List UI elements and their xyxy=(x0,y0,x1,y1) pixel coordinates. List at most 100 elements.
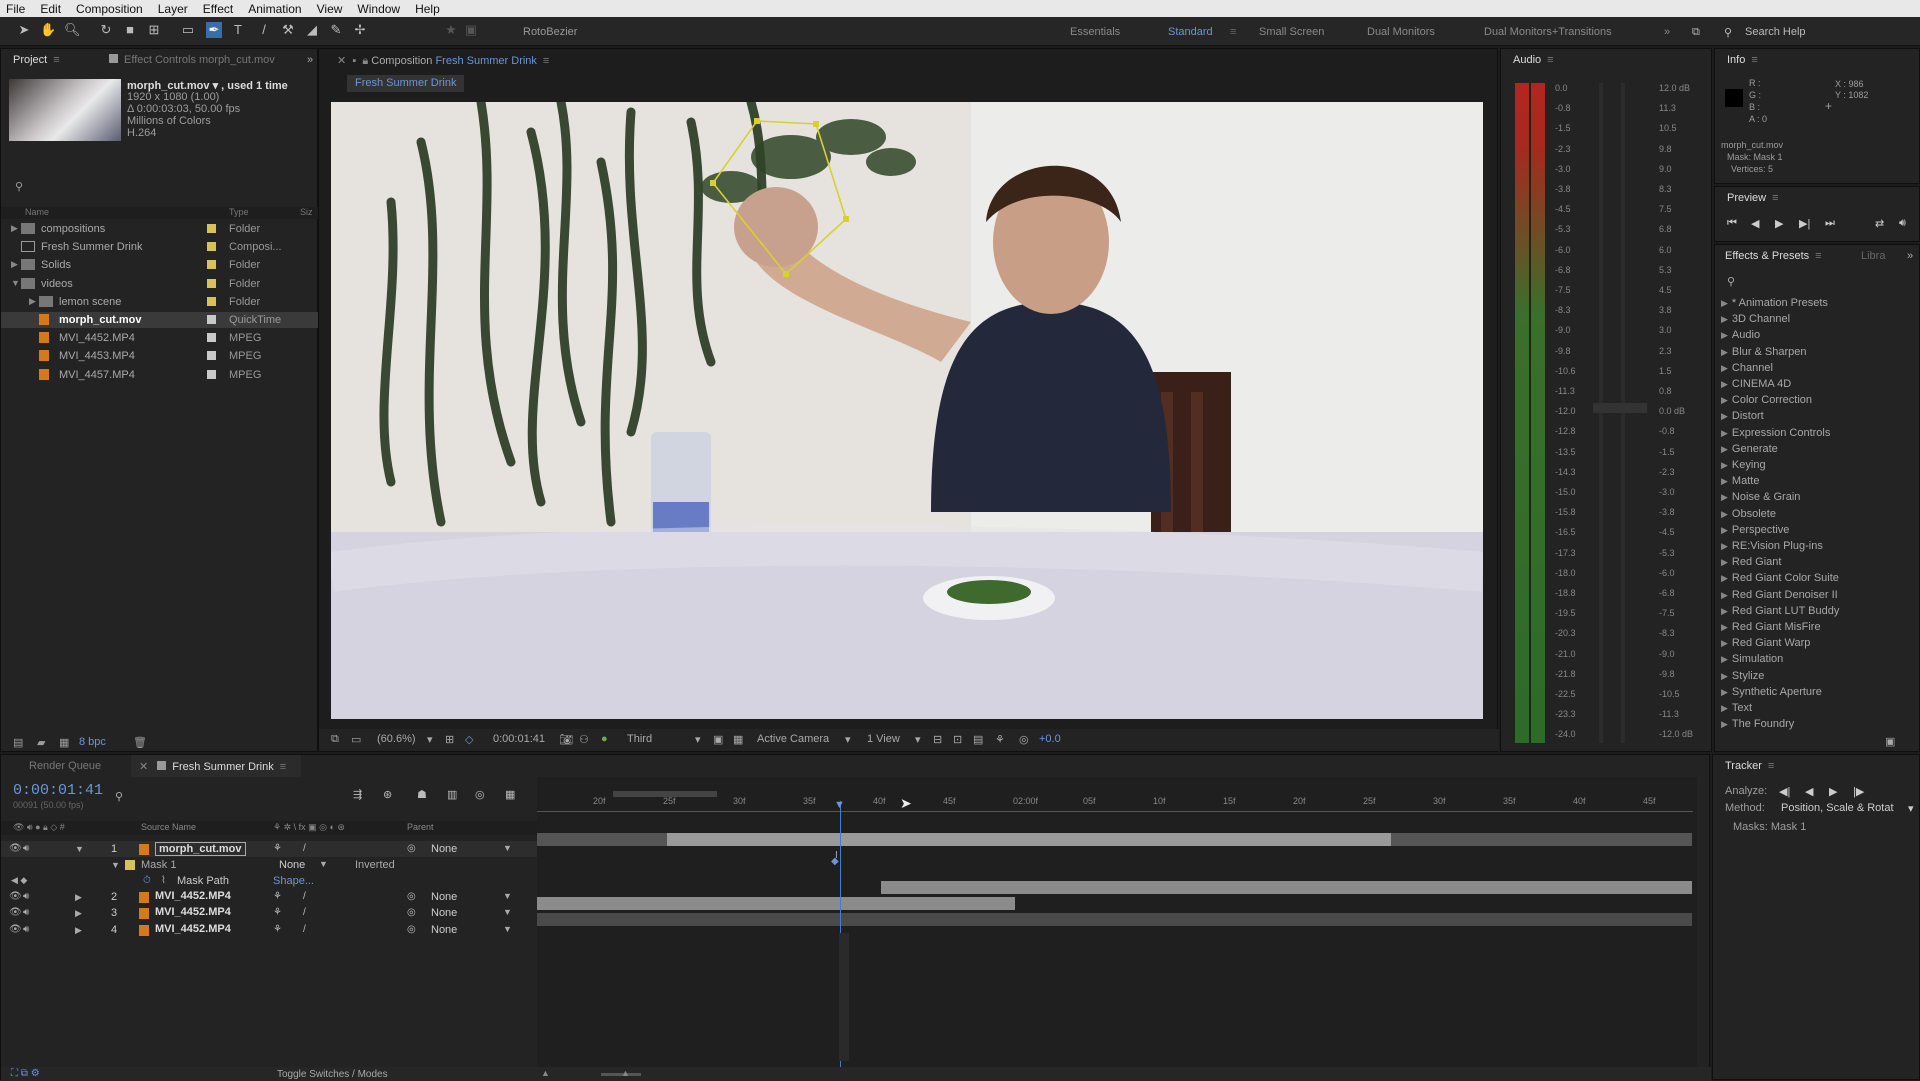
project-item[interactable]: Fresh Summer Drink Composi... xyxy=(1,239,319,255)
pan-behind-tool-icon[interactable]: ⊞ xyxy=(146,22,162,38)
expand-arrow-icon[interactable]: ▶ xyxy=(1721,492,1728,502)
effect-category[interactable]: ▶ 3D Channel xyxy=(1715,313,1915,327)
expand-arrow-icon[interactable]: ▶ xyxy=(1721,703,1728,713)
parent-chevron-icon[interactable]: ▼ xyxy=(503,924,512,934)
comp-tab[interactable]: ✕ ▪ 🔒︎ Composition Fresh Summer Drink ≡ xyxy=(337,54,549,68)
col-name[interactable]: Name xyxy=(25,207,49,217)
effects-search-icon[interactable]: ⚲ xyxy=(1727,275,1735,288)
workspace-essentials[interactable]: Essentials xyxy=(1070,26,1120,38)
camera-dropdown[interactable]: Active Camera xyxy=(757,733,829,745)
mask-mode-chevron-icon[interactable]: ▼ xyxy=(319,859,328,869)
snapshot-icon[interactable]: 📷︎ xyxy=(559,733,573,746)
expand-arrow-icon[interactable]: ▶ xyxy=(1721,411,1728,421)
menu-help[interactable]: Help xyxy=(415,2,440,16)
project-item[interactable]: ▶ Solids Folder xyxy=(1,257,319,273)
project-tab[interactable]: Project ≡ xyxy=(13,54,60,66)
expand-arrow-icon[interactable]: ▶ xyxy=(1721,509,1728,519)
audio-speaker-icon[interactable]: 🔊︎ xyxy=(23,924,29,935)
visibility-eye-icon[interactable]: 👁︎ xyxy=(9,891,22,902)
timeline-icon[interactable]: ▤ xyxy=(973,733,983,746)
analyze-backward-icon[interactable]: ◀ xyxy=(1805,785,1813,798)
effect-category[interactable]: ▶ Red Giant LUT Buddy xyxy=(1715,605,1915,619)
effect-category[interactable]: ▶ Red Giant Denoiser II xyxy=(1715,589,1915,603)
quality-switch-icon[interactable]: / xyxy=(303,891,306,902)
expand-arrow-icon[interactable]: ▶ xyxy=(1721,557,1728,567)
parent-chevron-icon[interactable]: ▼ xyxy=(503,891,512,901)
effect-controls-tab[interactable]: Effect Controls morph_cut.mov xyxy=(109,54,275,66)
effect-category[interactable]: ▶ Obsolete xyxy=(1715,508,1915,522)
flowchart-icon[interactable]: ⚘ xyxy=(995,733,1005,746)
mask-row[interactable]: ▼ Mask 1 None ▼ Inverted xyxy=(1,857,537,873)
effect-category[interactable]: ▶ Generate xyxy=(1715,443,1915,457)
playhead-handle-icon[interactable]: ▼ xyxy=(834,799,845,811)
project-item[interactable]: ▶ lemon scene Folder xyxy=(1,294,319,310)
stopwatch-icon[interactable]: ⏱ xyxy=(143,875,151,886)
quality-switch-icon[interactable]: / xyxy=(303,907,306,918)
selection-tool-icon[interactable]: ➤ xyxy=(16,22,32,38)
layer-1-bar[interactable] xyxy=(667,833,1391,846)
effect-category[interactable]: ▶ Red Giant MisFire xyxy=(1715,621,1915,635)
mask-mode-dropdown[interactable]: None xyxy=(279,859,305,871)
expand-arrow-icon[interactable]: ▶ xyxy=(1721,428,1728,438)
project-item[interactable]: ▼ videos Folder xyxy=(1,276,319,292)
expand-arrow-icon[interactable]: ▶ xyxy=(1721,395,1728,405)
comp-subtab[interactable]: Fresh Summer Drink xyxy=(347,75,465,92)
expand-arrow-icon[interactable]: ▶ xyxy=(1721,298,1728,308)
label-swatch[interactable] xyxy=(207,296,216,306)
audio-speaker-icon[interactable]: 🔊︎ xyxy=(23,843,29,854)
audio-speaker-icon[interactable]: 🔊︎ xyxy=(23,907,29,918)
delete-icon[interactable]: 🗑︎ xyxy=(133,736,147,749)
expand-arrow-icon[interactable]: ▶ xyxy=(1721,314,1728,324)
method-chevron-icon[interactable]: ▾ xyxy=(1908,802,1914,815)
effect-category[interactable]: ▶ Text xyxy=(1715,702,1915,716)
expand-arrow-icon[interactable]: ▶ xyxy=(1721,330,1728,340)
keyframe-navigator-icon[interactable]: ◀ ◆ xyxy=(11,875,27,886)
col-type[interactable]: Type xyxy=(229,207,249,217)
layer-name[interactable]: MVI_4452.MP4 xyxy=(155,890,231,902)
parent-pickwhip-icon[interactable]: ◎ xyxy=(407,907,416,918)
parent-pickwhip-icon[interactable]: ◎ xyxy=(407,843,416,854)
menu-animation[interactable]: Animation xyxy=(248,2,301,16)
puppet-pin-tool-icon[interactable]: ✢ xyxy=(352,22,368,38)
resolution-dropdown[interactable]: Third xyxy=(627,733,652,745)
timeline-comp-tab[interactable]: ✕ Fresh Summer Drink ≡ xyxy=(139,760,286,773)
audio-tab[interactable]: Audio ≡ xyxy=(1513,54,1554,66)
rotate-tool-icon[interactable]: ↻ xyxy=(98,22,114,38)
label-swatch[interactable] xyxy=(207,369,216,379)
shy-switch-icon[interactable]: ⚘ xyxy=(273,891,282,902)
volume-slider[interactable] xyxy=(1593,403,1647,413)
mask-color-swatch[interactable] xyxy=(125,860,135,870)
region-icon[interactable]: ▭ xyxy=(351,733,361,746)
quality-switch-icon[interactable]: / xyxy=(303,924,306,935)
layer-2-bar[interactable] xyxy=(881,881,1692,894)
play-icon[interactable]: ▶ xyxy=(1775,217,1783,230)
layer-name[interactable]: morph_cut.mov xyxy=(155,842,246,856)
timeline-search-icon[interactable]: ⚲ xyxy=(115,790,123,803)
expand-arrow-icon[interactable]: ▶ xyxy=(1721,638,1728,648)
magnification-dropdown[interactable]: (60.6%) xyxy=(377,733,416,745)
workspace-small-screen[interactable]: Small Screen xyxy=(1259,26,1324,38)
expand-arrow-icon[interactable]: ▶ xyxy=(1721,606,1728,616)
audio-speaker-icon[interactable]: 🔊︎ xyxy=(23,891,29,902)
info-tab[interactable]: Info ≡ xyxy=(1727,54,1758,66)
expand-arrow-icon[interactable]: ▶ xyxy=(1721,573,1728,583)
menu-view[interactable]: View xyxy=(317,2,343,16)
parent-dropdown[interactable]: None xyxy=(431,907,457,919)
parent-dropdown[interactable]: None xyxy=(431,924,457,936)
label-swatch[interactable] xyxy=(207,224,216,233)
expand-arrow-icon[interactable]: ▶ xyxy=(1721,460,1728,470)
project-item[interactable]: MVI_4453.MP4 MPEG xyxy=(1,348,319,364)
footer-switch-icons[interactable]: ⛶ ⧉ ⚙︎ xyxy=(11,1068,40,1079)
zoom-in-icon[interactable]: ▲ xyxy=(621,1068,630,1078)
mask-visibility-icon[interactable]: ◇ xyxy=(465,733,473,746)
expand-arrow-icon[interactable]: ▼ xyxy=(75,844,84,854)
channels-icon[interactable]: ● xyxy=(601,733,608,745)
label-swatch[interactable] xyxy=(207,260,216,270)
box-icon[interactable]: ▣ xyxy=(463,22,479,38)
new-bin-icon[interactable]: ▣ xyxy=(1885,735,1895,748)
view-layout-dropdown[interactable]: 1 View xyxy=(867,733,900,745)
menu-window[interactable]: Window xyxy=(357,2,400,16)
mask-path-row[interactable]: ◀ ◆ ⏱ ⌇ Mask Path Shape... xyxy=(1,873,537,889)
effect-category[interactable]: ▶ Matte xyxy=(1715,475,1915,489)
layer-name[interactable]: MVI_4452.MP4 xyxy=(155,906,231,918)
